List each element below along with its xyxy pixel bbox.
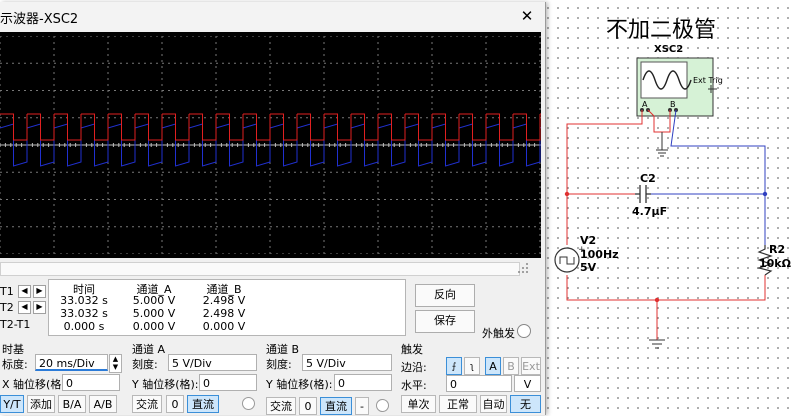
rising-edge-icon[interactable]: ⨍ <box>446 357 462 375</box>
t2-left-arrow-icon[interactable]: ◀ <box>18 301 31 314</box>
trigger-level-field[interactable]: 0 <box>446 375 512 392</box>
channel-a-scale-label: 刻度: <box>132 358 158 371</box>
channel-b-scale-label: 刻度: <box>266 358 292 371</box>
resistor-name: R2 <box>769 243 786 256</box>
timebase-xpos-label: X 轴位移(格): <box>2 378 70 391</box>
trigger-auto-button[interactable]: 自动 <box>480 395 507 413</box>
row1-ch-b: 2.498 V <box>202 294 246 307</box>
row1-time: 33.032 s <box>60 294 108 307</box>
trigger-level-label: 水平: <box>401 379 427 392</box>
cursor-controls: T1 ◀ ▶ T2 ◀ ▶ T2-T1 <box>0 280 48 334</box>
scope-b-label: B <box>670 100 676 109</box>
channel-b-ypos-field[interactable]: 0 <box>334 374 392 391</box>
window-title: 示波器-XSC2 <box>0 12 79 27</box>
row3-ch-b: 0.000 V <box>202 320 246 333</box>
channel-b-ypos-label: Y 轴位移(格): <box>266 378 333 391</box>
scope-a-label: A <box>642 100 648 109</box>
cursor-t1-label: T1 <box>0 285 14 298</box>
row2-time: 33.032 s <box>60 307 108 320</box>
scrollbar-thumb[interactable] <box>0 262 520 276</box>
row1-ch-a: 5.000 V <box>132 294 176 307</box>
channel-a-ac-button[interactable]: 交流 <box>132 395 162 413</box>
trigger-source-ext-button[interactable]: Ext <box>521 357 541 375</box>
ext-trigger-radio[interactable] <box>517 324 531 338</box>
capacitor-value: 4.7µF <box>632 205 668 218</box>
timebase-spinner-icon[interactable]: ▲ ▼ <box>109 354 122 373</box>
source-amp: 5V <box>580 261 597 274</box>
cursor-readout-table: 时间 通道_A 通道_B 33.032 s 5.000 V 2.498 V 33… <box>48 279 406 336</box>
channel-b-dc-button[interactable]: 直流 <box>320 397 352 415</box>
scope-ref-label: XSC2 <box>654 44 684 55</box>
channel-b-minus-button[interactable]: - <box>355 397 369 415</box>
channel-b-zero-button[interactable]: 0 <box>299 397 317 415</box>
channel-a-title: 通道 A <box>132 343 166 356</box>
channel-b-title: 通道 B <box>266 343 300 356</box>
timebase-title: 时基 <box>2 343 24 356</box>
trigger-title: 触发 <box>401 343 423 356</box>
timebase-scale-field[interactable]: 20 ms/Div <box>35 354 108 371</box>
channel-b-scale-field[interactable]: 5 V/Div <box>302 354 392 371</box>
channel-a-zero-button[interactable]: 0 <box>166 395 184 413</box>
trigger-edge-label: 边沿: <box>401 361 427 374</box>
channel-a-trace <box>0 113 541 141</box>
oscilloscope-window: 示波器-XSC2 ✕ T1 ◀ ▶ T2 ◀ ▶ T2-T1 时间 通道_A 通… <box>0 2 546 415</box>
channel-a-ypos-field[interactable]: 0 <box>199 374 257 391</box>
resistor-value: 10kΩ <box>759 257 791 270</box>
circuit-diagram[interactable]: + <box>545 0 796 415</box>
row3-time: 0.000 s <box>63 320 105 333</box>
ext-trigger-label: 外触发 <box>482 327 515 340</box>
timebase-scale-label: 标度: <box>2 358 28 371</box>
t2-right-arrow-icon[interactable]: ▶ <box>33 301 46 314</box>
channel-b-radio[interactable] <box>376 399 389 412</box>
channel-a-dc-button[interactable]: 直流 <box>187 395 219 413</box>
channel-a-scale-field[interactable]: 5 V/Div <box>168 354 257 371</box>
source-freq: 100Hz <box>580 248 619 261</box>
mode-ab-button[interactable]: A/B <box>89 395 117 413</box>
scope-waveform-plot <box>0 36 541 254</box>
trigger-source-b-button[interactable]: B <box>503 357 519 375</box>
row3-ch-a: 0.000 V <box>132 320 176 333</box>
mode-add-button[interactable]: 添加 <box>27 395 55 413</box>
reverse-button[interactable]: 反向 <box>415 284 475 307</box>
falling-edge-icon[interactable]: ʅ <box>464 357 480 375</box>
resize-grip-icon[interactable] <box>512 261 532 273</box>
close-icon[interactable]: ✕ <box>519 8 535 24</box>
scope-screen-icon <box>640 61 688 99</box>
row2-ch-a: 5.000 V <box>132 307 176 320</box>
trigger-single-button[interactable]: 单次 <box>401 395 436 413</box>
cursor-delta-label: T2-T1 <box>0 318 31 331</box>
scope-ext-trig-label: Ext Trig <box>693 76 723 85</box>
trigger-level-unit[interactable]: V <box>514 375 541 392</box>
window-titlebar[interactable]: 示波器-XSC2 ✕ <box>0 2 545 30</box>
t1-right-arrow-icon[interactable]: ▶ <box>33 285 46 298</box>
trigger-normal-button[interactable]: 正常 <box>439 395 477 413</box>
channel-a-radio[interactable] <box>242 397 255 410</box>
row2-ch-b: 2.498 V <box>202 307 246 320</box>
cursor-t2-label: T2 <box>0 301 14 314</box>
source-name: V2 <box>580 234 597 247</box>
save-button[interactable]: 保存 <box>415 310 475 333</box>
channel-a-ypos-label: Y 轴位移(格): <box>132 378 199 391</box>
mode-yt-button[interactable]: Y/T <box>0 395 24 413</box>
t1-left-arrow-icon[interactable]: ◀ <box>18 285 31 298</box>
trigger-none-button[interactable]: 无 <box>510 395 541 413</box>
capacitor-name: C2 <box>640 172 656 185</box>
mode-ba-button[interactable]: B/A <box>58 395 86 413</box>
time-scrollbar[interactable] <box>0 258 541 278</box>
channel-b-ac-button[interactable]: 交流 <box>266 397 296 415</box>
timebase-xpos-field[interactable]: 0 <box>62 374 120 391</box>
trigger-source-a-button[interactable]: A <box>485 357 501 375</box>
